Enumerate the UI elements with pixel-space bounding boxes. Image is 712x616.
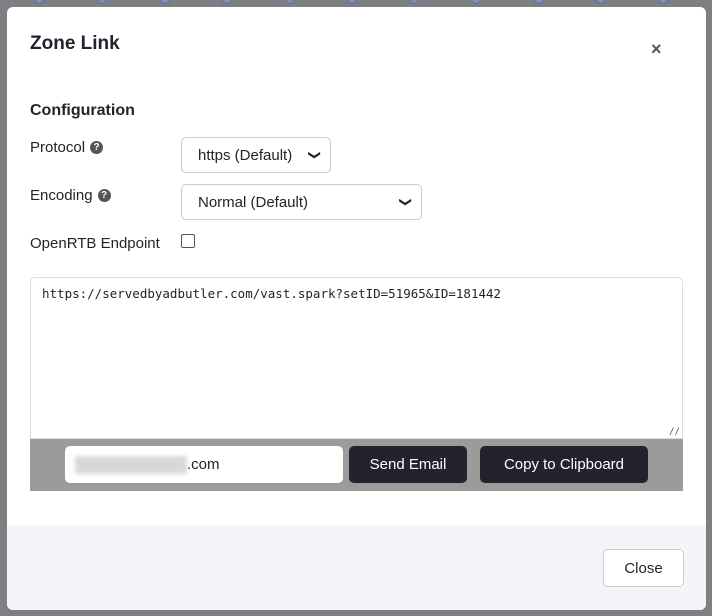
background-page — [0, 0, 712, 4]
encoding-value: Normal (Default) — [198, 193, 309, 211]
encoding-label: Encoding ? — [30, 187, 111, 204]
dialog-title: Zone Link — [30, 33, 120, 54]
protocol-value: https (Default) — [198, 146, 293, 164]
protocol-select[interactable]: https (Default) ❯ — [181, 137, 331, 173]
section-heading: Configuration — [30, 102, 135, 119]
protocol-label: Protocol ? — [30, 139, 104, 156]
chevron-down-icon: ❯ — [307, 149, 322, 161]
close-icon[interactable]: × — [651, 39, 662, 60]
protocol-label-text: Protocol — [30, 139, 86, 156]
help-icon[interactable]: ? — [97, 189, 111, 202]
zone-link-dialog: Zone Link × Configuration Protocol ? htt… — [7, 7, 706, 610]
send-email-button[interactable]: Send Email — [349, 446, 467, 483]
email-suffix: .com — [187, 456, 220, 473]
chevron-down-icon: ❯ — [398, 196, 413, 208]
link-text: https://servedbyadbutler.com/vast.spark?… — [42, 286, 502, 301]
email-input[interactable]: .com — [65, 446, 343, 483]
dialog-footer: Close — [7, 525, 706, 610]
help-icon[interactable]: ? — [90, 141, 104, 154]
redacted-text — [75, 455, 187, 474]
resize-handle-icon[interactable]: ∕∕ — [669, 427, 680, 437]
openrtb-label: OpenRTB Endpoint — [30, 235, 160, 252]
openrtb-checkbox[interactable] — [181, 234, 195, 248]
encoding-select[interactable]: Normal (Default) ❯ — [181, 184, 422, 220]
action-bar: .com Send Email Copy to Clipboard — [30, 439, 683, 491]
close-button[interactable]: Close — [603, 549, 684, 587]
link-textarea[interactable]: https://servedbyadbutler.com/vast.spark?… — [30, 277, 683, 439]
encoding-label-text: Encoding — [30, 187, 93, 204]
copy-to-clipboard-button[interactable]: Copy to Clipboard — [480, 446, 648, 483]
